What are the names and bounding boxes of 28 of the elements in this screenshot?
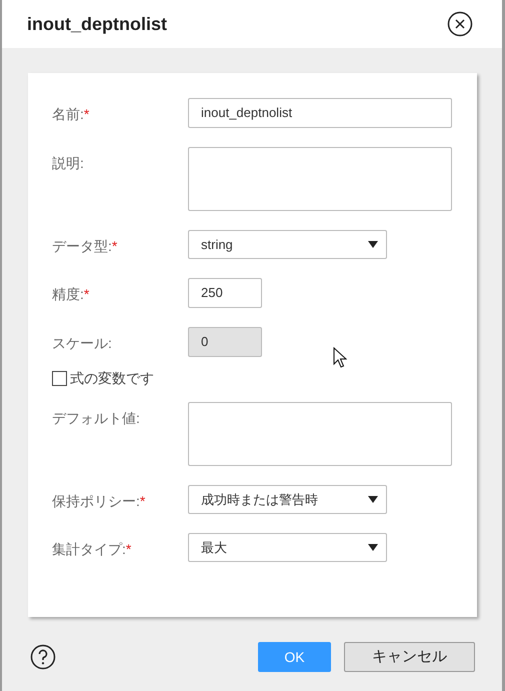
required-mark: * [84,106,90,122]
field-label: スケール: [52,335,112,351]
close-icon[interactable] [447,11,473,37]
field-label: 集計タイプ: [52,541,126,557]
dropdown-arrow-icon [368,241,378,248]
field-label: データ型: [52,238,112,254]
text-field[interactable]: 250 [188,278,262,308]
checkbox-label: 式の変数です [70,368,154,388]
checkbox[interactable] [52,370,67,386]
field-label: 精度: [52,286,84,302]
text-field[interactable]: inout_deptnolist [188,98,452,128]
field-label: 保持ポリシー: [52,493,140,509]
required-mark: * [112,238,118,254]
help-icon[interactable] [30,644,56,670]
mouse-pointer-icon [333,347,347,368]
cancel-button[interactable]: キャンセル [344,642,475,672]
dialog-title: inout_deptnolist [27,12,167,36]
field-label: デフォルト値: [52,410,140,426]
field-label: 名前: [52,106,84,122]
dropdown-arrow-icon [368,496,378,503]
required-mark: * [126,541,132,557]
field-label: 説明: [52,155,84,171]
dropdown[interactable]: string [188,230,387,259]
dropdown-arrow-icon [368,544,378,551]
dropdown[interactable]: 成功時または警告時 [188,485,387,514]
required-mark: * [84,286,90,302]
dropdown[interactable]: 最大 [188,533,387,562]
required-mark: * [140,493,146,509]
